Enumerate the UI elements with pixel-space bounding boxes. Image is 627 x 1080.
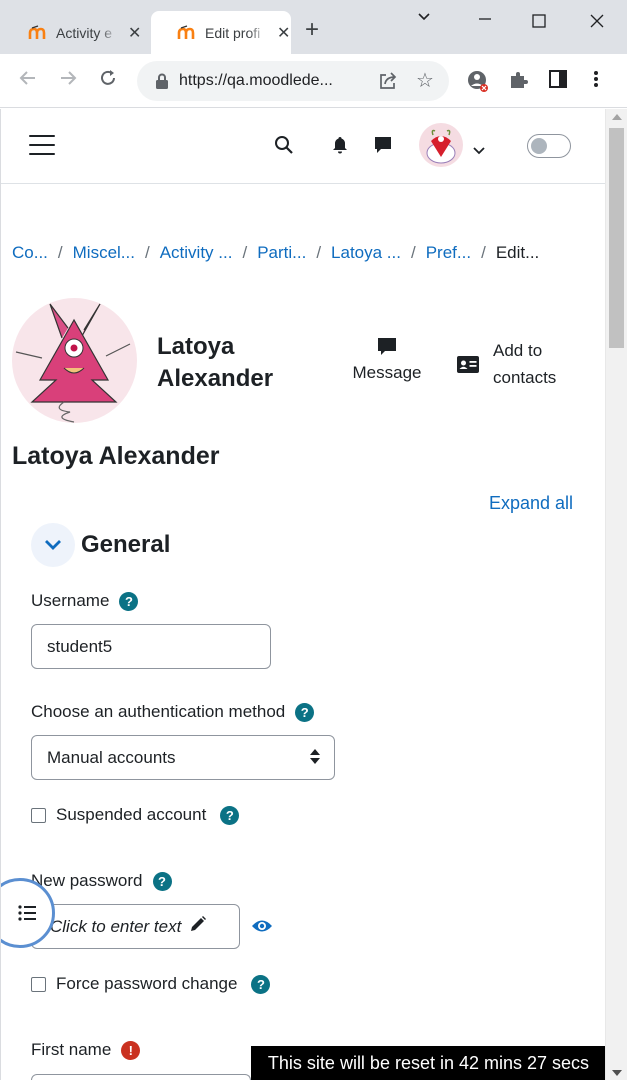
scrollbar-thumb[interactable] xyxy=(609,128,624,348)
section-collapse-toggle[interactable] xyxy=(31,523,75,567)
help-icon[interactable]: ? xyxy=(251,974,271,994)
minimize-icon[interactable] xyxy=(478,10,492,31)
new-password-placeholder: Click to enter text xyxy=(50,916,182,936)
breadcrumb-separator: / xyxy=(57,243,63,262)
address-card-icon xyxy=(457,355,479,373)
breadcrumb-item-miscellaneous[interactable]: Miscel... xyxy=(73,243,135,263)
chevron-down-icon xyxy=(45,540,61,550)
new-password-field-label: New password ? xyxy=(31,871,172,891)
breadcrumb-separator: / xyxy=(316,243,322,262)
expand-all-link[interactable]: Expand all xyxy=(489,493,573,514)
breadcrumb-separator: / xyxy=(242,243,248,262)
breadcrumb-separator: / xyxy=(144,243,150,262)
select-caret-icon xyxy=(310,749,320,764)
username-input[interactable]: student5 xyxy=(31,624,271,669)
breadcrumb-item-participants[interactable]: Parti... xyxy=(257,243,306,263)
messages-drawer-icon[interactable] xyxy=(373,135,393,160)
moodle-favicon-icon xyxy=(177,24,197,41)
new-password-label: New password xyxy=(31,871,143,890)
list-icon xyxy=(18,905,36,921)
notifications-bell-icon[interactable] xyxy=(331,136,349,159)
scroll-down-arrow-icon[interactable] xyxy=(612,1070,622,1076)
username-label: Username xyxy=(31,591,110,610)
bookmark-star-icon[interactable]: ☆ xyxy=(416,68,434,93)
first-name-field-label: First name ! xyxy=(31,1040,141,1060)
help-icon[interactable]: ? xyxy=(220,805,240,825)
tab-search-chevron-icon[interactable] xyxy=(416,8,432,29)
first-name-input[interactable] xyxy=(31,1074,251,1080)
suspended-account-checkbox[interactable] xyxy=(31,807,46,823)
help-icon[interactable]: ? xyxy=(119,591,139,611)
new-tab-button[interactable]: + xyxy=(305,18,319,42)
required-icon: ! xyxy=(121,1040,141,1060)
breadcrumb-item-course[interactable]: Co... xyxy=(12,243,48,263)
tab-close-icon[interactable]: ✕ xyxy=(128,23,141,43)
toggle-knob xyxy=(531,138,547,154)
help-icon[interactable]: ? xyxy=(295,702,315,722)
url-text[interactable]: https://qa.moodlede... xyxy=(179,72,359,90)
message-icon xyxy=(346,337,428,363)
auth-method-field-label: Choose an authentication method ? xyxy=(31,702,315,722)
lock-icon[interactable] xyxy=(153,72,171,90)
profile-name: Latoya Alexander xyxy=(157,333,274,392)
add-to-contacts-label: Add to contacts xyxy=(493,341,557,387)
extensions-puzzle-icon[interactable] xyxy=(508,69,530,96)
browser-toolbar: https://qa.moodlede... ☆ xyxy=(0,54,627,108)
incognito-extension-icon[interactable] xyxy=(466,69,490,98)
breadcrumb-item-current: Edit... xyxy=(495,243,540,262)
pencil-icon xyxy=(189,915,207,938)
search-icon[interactable] xyxy=(274,135,294,160)
browser-tab-activity[interactable]: Activity e ✕ xyxy=(2,11,150,54)
tab-title: Activity e xyxy=(56,24,113,41)
auth-method-select[interactable]: Manual accounts xyxy=(31,735,335,780)
back-icon[interactable] xyxy=(18,68,38,94)
breadcrumb-item-user[interactable]: Latoya ... xyxy=(331,243,401,263)
reveal-password-eye-icon[interactable] xyxy=(251,918,273,939)
address-bar[interactable]: https://qa.moodlede... ☆ xyxy=(137,61,449,101)
share-icon[interactable] xyxy=(378,71,398,96)
new-password-input[interactable]: Click to enter text xyxy=(31,904,240,949)
scroll-up-arrow-icon[interactable] xyxy=(612,114,622,120)
page-title: Latoya Alexander xyxy=(12,442,220,470)
reload-icon[interactable] xyxy=(98,68,118,94)
help-icon[interactable]: ? xyxy=(152,871,172,891)
breadcrumb-item-preferences[interactable]: Pref... xyxy=(426,243,471,263)
auth-method-value: Manual accounts xyxy=(47,747,176,767)
tab-close-icon[interactable]: ✕ xyxy=(277,23,290,43)
first-name-label: First name xyxy=(31,1040,112,1059)
suspended-account-label[interactable]: Suspended account xyxy=(56,805,206,825)
breadcrumb-separator: / xyxy=(481,243,486,262)
force-password-change-checkbox[interactable] xyxy=(31,976,46,992)
edit-mode-toggle[interactable] xyxy=(527,134,571,158)
add-to-contacts-button[interactable]: Add to contacts xyxy=(457,337,557,391)
maximize-icon[interactable] xyxy=(532,12,546,33)
breadcrumb: Co... / Miscel... / Activity ... / Parti… xyxy=(12,243,602,263)
forward-icon[interactable] xyxy=(58,68,78,94)
moodle-favicon-icon xyxy=(28,24,48,41)
user-menu-chevron-icon[interactable] xyxy=(473,142,485,160)
breadcrumb-item-activity[interactable]: Activity ... xyxy=(160,243,233,263)
page-scrollbar[interactable] xyxy=(605,109,627,1080)
user-avatar[interactable] xyxy=(419,123,463,167)
force-password-change-row: Force password change ? xyxy=(31,974,271,994)
section-title-general: General xyxy=(81,531,171,558)
message-button[interactable]: Message xyxy=(346,337,428,383)
auth-method-label: Choose an authentication method xyxy=(31,702,286,721)
username-field-label: Username ? xyxy=(31,591,139,611)
force-password-change-label[interactable]: Force password change xyxy=(56,974,237,994)
suspended-account-row: Suspended account ? xyxy=(31,805,240,825)
tab-title: Edit profi xyxy=(205,24,261,41)
message-label: Message xyxy=(352,363,422,382)
hamburger-menu-icon[interactable] xyxy=(29,135,55,155)
window-close-icon[interactable] xyxy=(590,12,604,33)
profile-picture xyxy=(12,298,137,423)
site-reset-banner: This site will be reset in 42 mins 27 se… xyxy=(251,1046,605,1080)
page-viewport: Co... / Miscel... / Activity ... / Parti… xyxy=(0,109,605,1080)
breadcrumb-separator: / xyxy=(410,243,416,262)
moodle-navbar xyxy=(1,109,605,184)
browser-menu-icon[interactable] xyxy=(592,69,600,94)
side-panel-icon[interactable] xyxy=(548,69,568,94)
browser-tab-edit-profile[interactable]: Edit profi ✕ xyxy=(151,11,291,54)
browser-tab-strip: Activity e ✕ Edit profi ✕ + xyxy=(0,0,627,54)
